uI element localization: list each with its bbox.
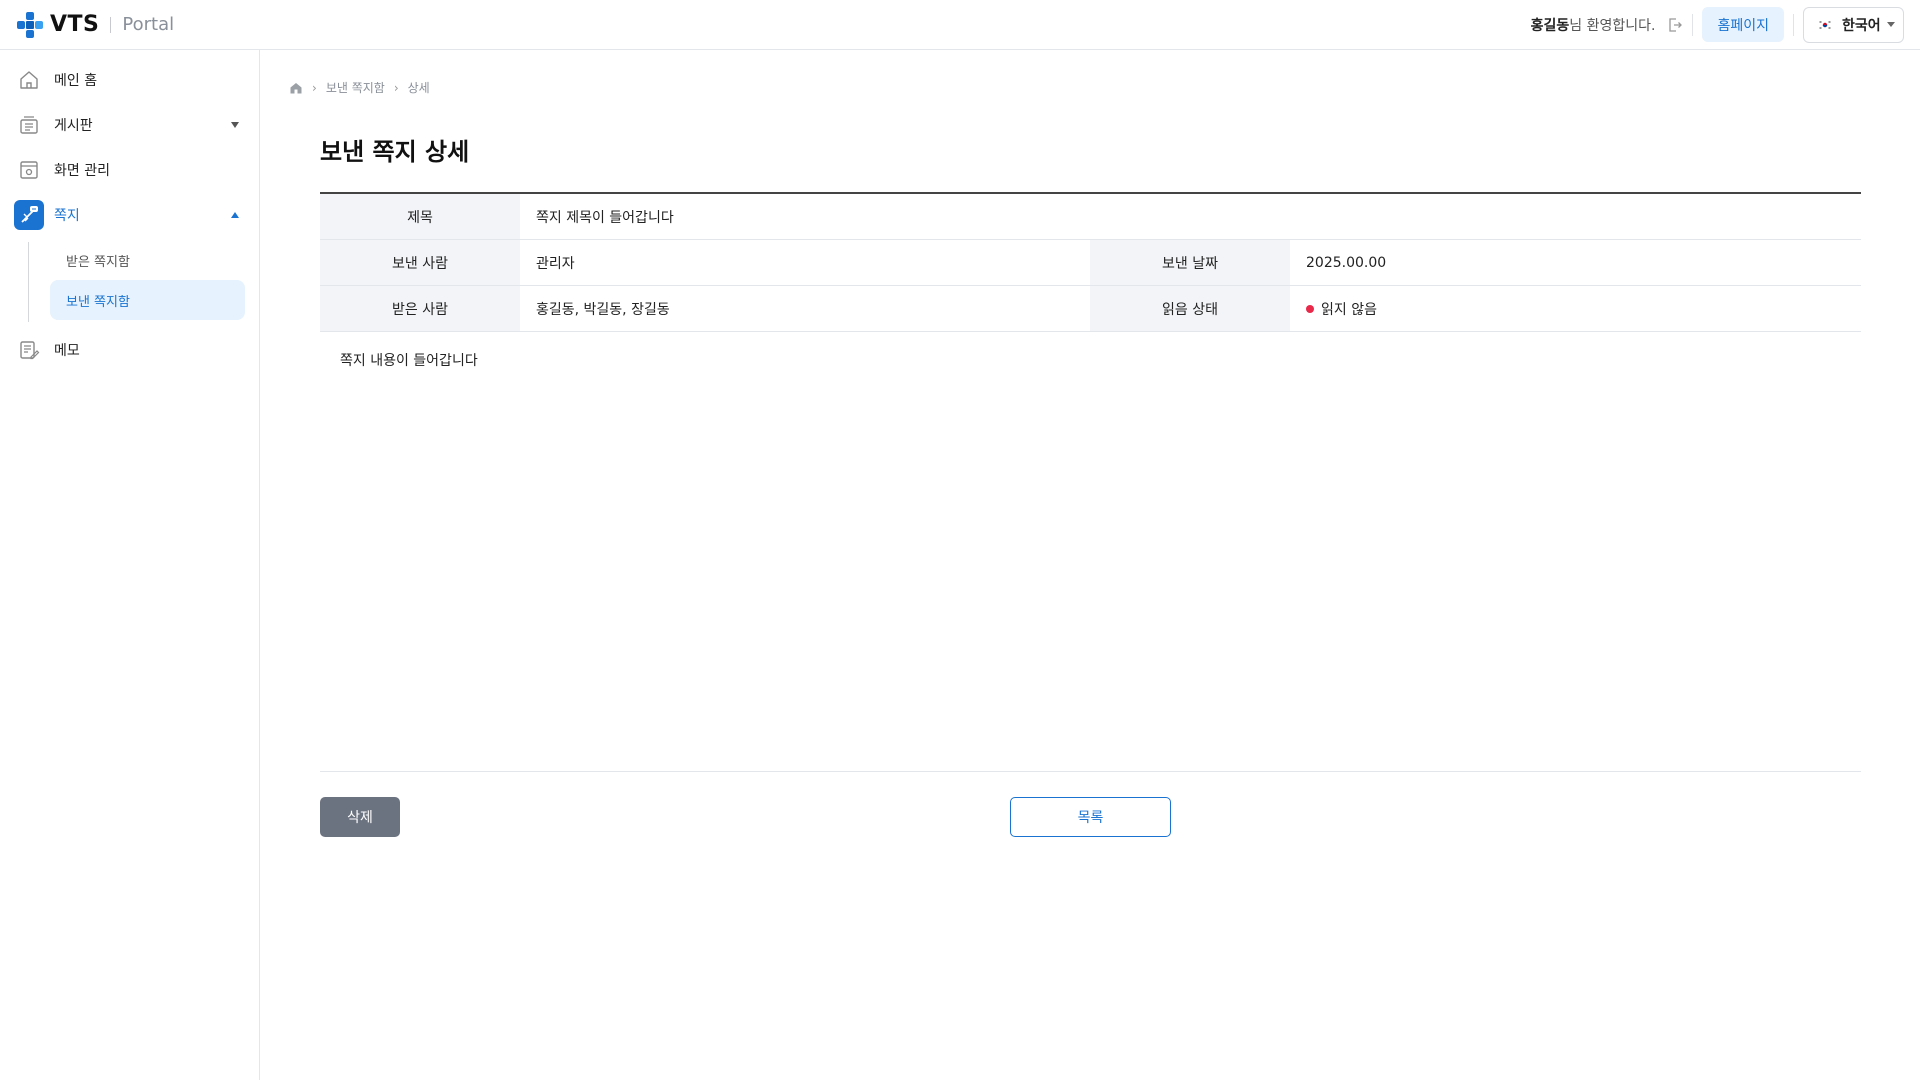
sidebar-item-board[interactable]: 게시판 bbox=[14, 105, 245, 145]
message-icon bbox=[14, 200, 44, 230]
home-icon[interactable] bbox=[289, 81, 303, 95]
message-subnav: 받은 쪽지함 보낸 쪽지함 bbox=[14, 240, 245, 322]
unread-dot-icon bbox=[1306, 304, 1314, 313]
logout-icon[interactable] bbox=[1667, 17, 1683, 33]
message-content: 쪽지 내용이 들어갑니다 bbox=[320, 332, 1861, 772]
sidebar-item-label: 쪽지 bbox=[54, 208, 80, 224]
date-label: 보낸 날짜 bbox=[1090, 240, 1290, 285]
read-status-value: 읽지 않음 bbox=[1290, 286, 1861, 331]
subnav-item-sent[interactable]: 보낸 쪽지함 bbox=[50, 280, 245, 320]
sender-label: 보낸 사람 bbox=[320, 240, 520, 285]
memo-icon bbox=[14, 335, 44, 365]
logo-portal-text: Portal bbox=[122, 14, 175, 35]
breadcrumb: › 보낸 쪽지함 › 상세 bbox=[289, 79, 430, 96]
list-button[interactable]: 목록 bbox=[1010, 797, 1171, 837]
user-name: 홍길동 bbox=[1530, 17, 1570, 34]
homepage-button[interactable]: 홈페이지 bbox=[1702, 7, 1784, 42]
detail-row-title: 제목 쪽지 제목이 들어갑니다 bbox=[320, 194, 1861, 240]
board-icon bbox=[14, 110, 44, 140]
chevron-right-icon: › bbox=[312, 80, 317, 95]
detail-row-sender: 보낸 사람 관리자 보낸 날짜 2025.00.00 bbox=[320, 240, 1861, 286]
sidebar-item-label: 메모 bbox=[54, 343, 80, 359]
welcome-suffix: 님 환영합니다. bbox=[1569, 17, 1656, 34]
chevron-down-icon bbox=[231, 122, 239, 128]
header-right: 홍길동 님 환영합니다. 홈페이지 한국어 bbox=[1531, 0, 1904, 50]
welcome-message: 홍길동 님 환영합니다. bbox=[1531, 15, 1656, 35]
vts-logo-icon bbox=[15, 10, 45, 40]
sidebar-item-label: 메인 홈 bbox=[54, 73, 98, 89]
breadcrumb-item[interactable]: 보낸 쪽지함 bbox=[326, 79, 385, 96]
recipient-value: 홍길동, 박길동, 장길동 bbox=[536, 301, 670, 318]
screen-manage-icon bbox=[14, 155, 44, 185]
logo-divider bbox=[110, 16, 112, 33]
sidebar-item-message[interactable]: 쪽지 bbox=[14, 195, 245, 235]
top-header: VTS Portal 홍길동 님 환영합니다. 홈페이지 한국어 bbox=[0, 0, 1920, 50]
sidebar: 메인 홈 게시판 화면 관리 쪽지 받은 쪽지함 보낸 쪽지함 메모 bbox=[0, 50, 260, 1080]
sender-value: 관리자 bbox=[536, 255, 575, 272]
header-divider bbox=[1692, 13, 1694, 36]
logo-text: VTS bbox=[50, 12, 100, 37]
message-detail-table: 제목 쪽지 제목이 들어갑니다 보낸 사람 관리자 보낸 날짜 2025.00.… bbox=[320, 192, 1861, 332]
sidebar-item-memo[interactable]: 메모 bbox=[14, 330, 245, 370]
main-content: › 보낸 쪽지함 › 상세 보낸 쪽지 상세 제목 쪽지 제목이 들어갑니다 보… bbox=[261, 50, 1920, 1080]
page-title: 보낸 쪽지 상세 bbox=[320, 138, 470, 166]
recipient-label: 받은 사람 bbox=[320, 286, 520, 331]
sidebar-item-label: 게시판 bbox=[54, 118, 93, 134]
chevron-down-icon bbox=[1887, 22, 1895, 27]
chevron-up-icon bbox=[231, 212, 239, 218]
sidebar-item-label: 화면 관리 bbox=[54, 163, 110, 179]
chevron-right-icon: › bbox=[393, 80, 399, 95]
language-label: 한국어 bbox=[1842, 17, 1881, 34]
breadcrumb-item-current: 상세 bbox=[407, 81, 430, 95]
header-divider bbox=[1793, 13, 1794, 36]
delete-button[interactable]: 삭제 bbox=[320, 797, 400, 837]
title-value: 쪽지 제목이 들어갑니다 bbox=[536, 209, 674, 226]
korea-flag-icon bbox=[1818, 19, 1832, 30]
logo[interactable]: VTS Portal bbox=[15, 10, 174, 40]
title-label: 제목 bbox=[320, 194, 520, 239]
read-status-text: 읽지 않음 bbox=[1321, 301, 1377, 318]
detail-row-recipient: 받은 사람 홍길동, 박길동, 장길동 읽음 상태 읽지 않음 bbox=[320, 286, 1861, 332]
sidebar-item-screen-manage[interactable]: 화면 관리 bbox=[14, 150, 245, 190]
language-select[interactable]: 한국어 bbox=[1803, 6, 1904, 43]
home-icon bbox=[14, 65, 44, 95]
date-value: 2025.00.00 bbox=[1306, 254, 1387, 271]
subnav-item-received[interactable]: 받은 쪽지함 bbox=[50, 240, 245, 280]
subnav-line bbox=[28, 242, 29, 322]
read-status-label: 읽음 상태 bbox=[1090, 286, 1290, 331]
sidebar-item-main-home[interactable]: 메인 홈 bbox=[14, 60, 245, 100]
